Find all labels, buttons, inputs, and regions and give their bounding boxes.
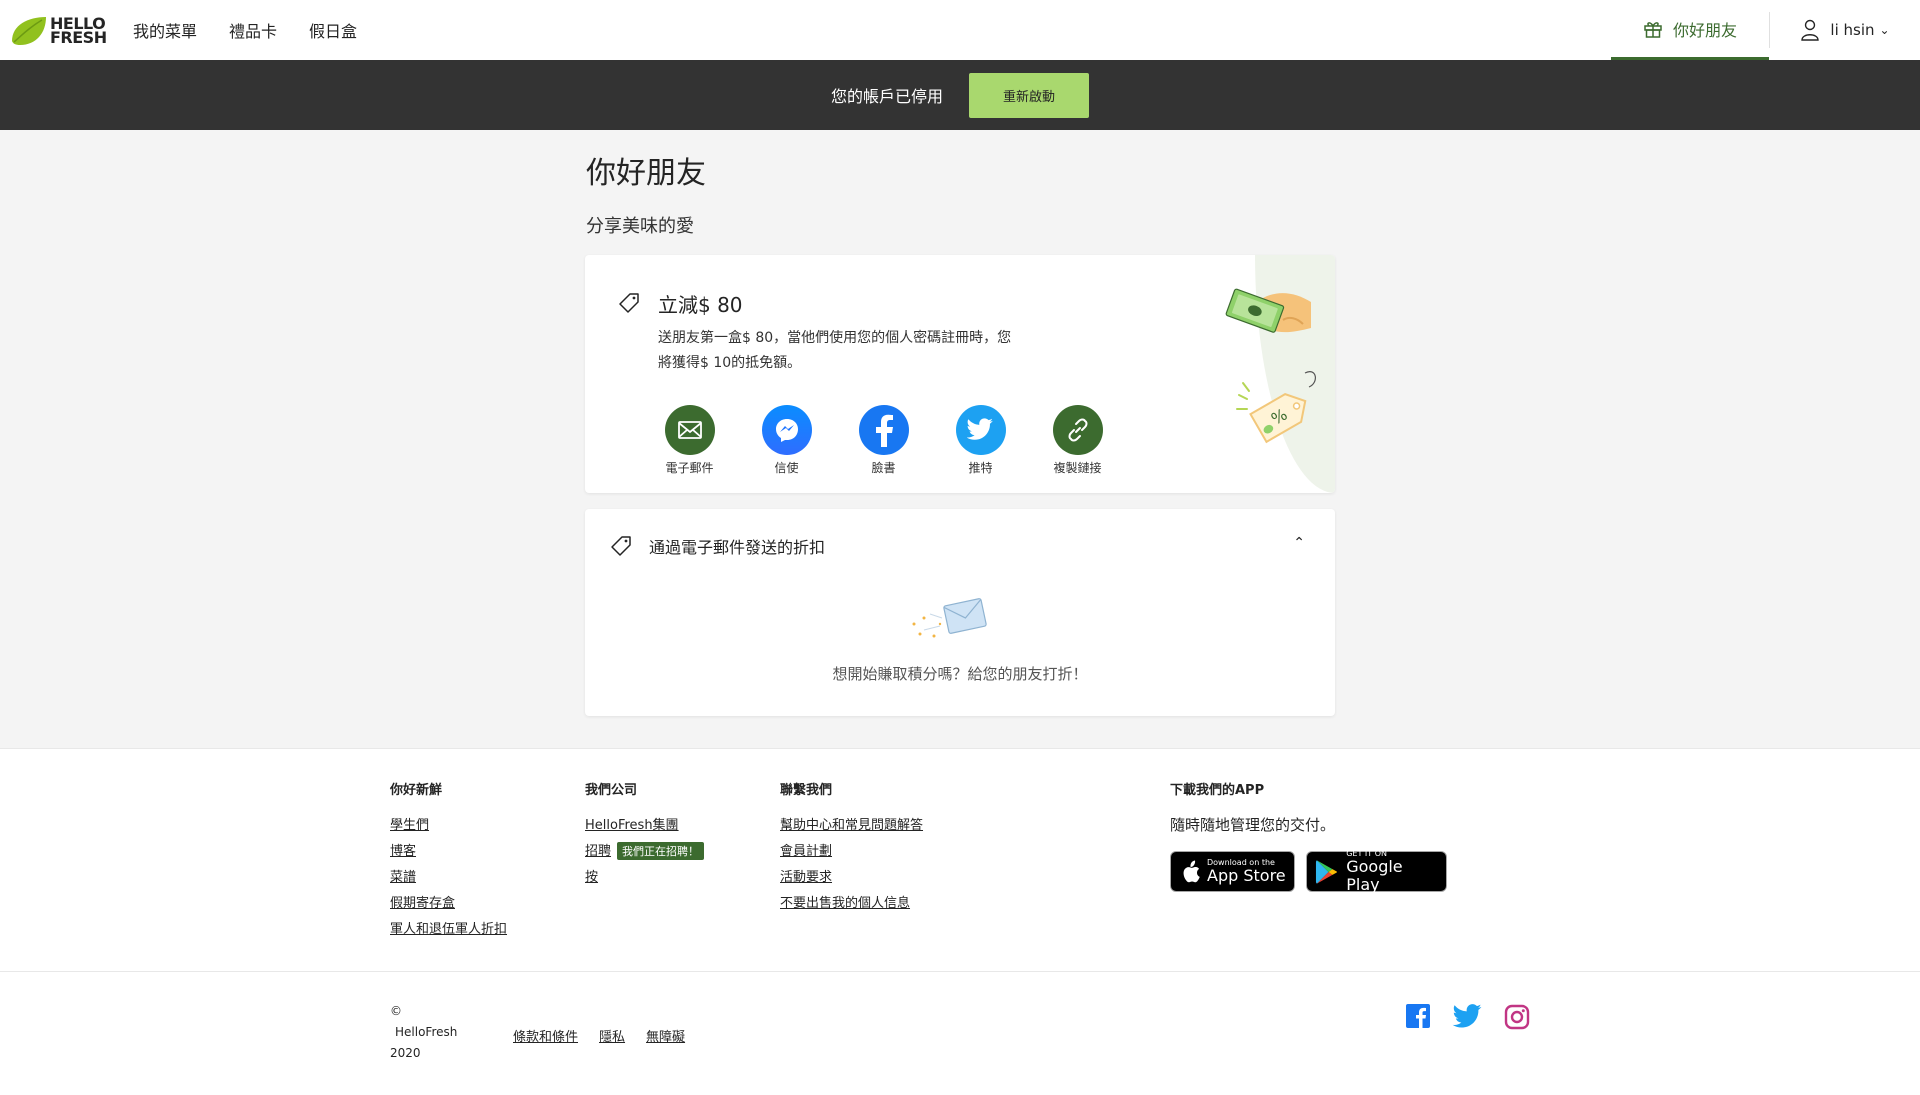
- footer-link-holiday-storage-box[interactable]: 假期寄存盒: [390, 892, 507, 911]
- refer-card: 立減$ 80 送朋友第一盒$ 80，當他們使用您的個人密碼註冊時，您將獲得$ 1…: [585, 255, 1335, 493]
- footer-link-event-requests[interactable]: 活動要求: [780, 866, 923, 885]
- email-discounts-empty-message: 想開始賺取積分嗎？給您的朋友打折！: [832, 665, 1088, 683]
- hellofresh-logo[interactable]: HELLO FRESH: [10, 15, 107, 47]
- google-play-icon: [1315, 859, 1338, 884]
- footer-col-title: 下載我們的APP: [1170, 783, 1265, 798]
- refer-title: 立減$ 80: [658, 293, 743, 317]
- apple-icon: [1183, 860, 1200, 882]
- flying-envelope-illustration: [912, 598, 987, 638]
- google-play-button[interactable]: GET IT ON Google Play: [1306, 849, 1447, 894]
- legal-links: 條款和條件 隱私 無障礙: [513, 1026, 706, 1045]
- copy-link-label: 複製鏈接: [1053, 461, 1102, 475]
- app-store-button[interactable]: Download on the App Store: [1170, 851, 1295, 892]
- share-options: 電子郵件 信使 臉書 推特 複製鏈接: [641, 405, 1126, 476]
- footer-col-title: 我們公司: [585, 783, 638, 798]
- footer-link-students[interactable]: 學生們: [390, 814, 507, 833]
- twitter-icon[interactable]: [1452, 1004, 1482, 1034]
- logo-wordmark: HELLO FRESH: [50, 14, 107, 47]
- copy-link-button[interactable]: 複製鏈接: [1029, 405, 1126, 476]
- share-facebook-label: 臉書: [871, 461, 896, 475]
- google-play-text: GET IT ON Google Play: [1346, 849, 1403, 894]
- footer-divider: [0, 971, 1920, 972]
- footer-col-app: 下載我們的APP 隨時隨地管理您的交付。 Download on the App…: [1170, 779, 1458, 894]
- facebook-icon: [858, 405, 909, 455]
- hiring-badge: 我們正在招聘！: [617, 842, 705, 860]
- copyright: © HelloFresh 2020: [390, 1004, 458, 1060]
- email-discounts-card: 通過電子郵件發送的折扣 ⌃ 想開始賺取積分嗎？給您的朋友打折！: [585, 509, 1335, 716]
- footer-link-accessibility[interactable]: 無障礙: [646, 1026, 685, 1045]
- banner-message: 您的帳戶已停用: [830, 87, 943, 106]
- footer-link-recipes[interactable]: 菜譜: [390, 866, 507, 885]
- share-messenger-button[interactable]: 信使: [738, 405, 835, 476]
- discount-tag-illustration: %: [1236, 371, 1316, 444]
- footer-link-group[interactable]: HelloFresh集團: [585, 814, 704, 833]
- footer-link-press[interactable]: 按: [585, 866, 704, 885]
- email-icon: [664, 405, 715, 455]
- main-nav: 我的菜單 禮品卡 假日盒: [133, 0, 389, 60]
- social-links: [1406, 1004, 1552, 1034]
- email-discounts-title: 通過電子郵件發送的折扣: [649, 538, 826, 557]
- footer-col-company: 我們公司 HelloFresh集團 招聘 我們正在招聘！ 按: [585, 779, 705, 892]
- nav-my-menu[interactable]: 我的菜單: [133, 18, 197, 42]
- app-subtitle: 隨時隨地管理您的交付。: [1170, 816, 1336, 834]
- gift-icon: [1644, 21, 1662, 38]
- footer-link-military-discount[interactable]: 軍人和退伍軍人折扣: [390, 918, 507, 937]
- nav-gift-card[interactable]: 禮品卡: [229, 18, 277, 42]
- share-facebook-button[interactable]: 臉書: [835, 405, 932, 476]
- chevron-up-icon[interactable]: ⌃: [1293, 535, 1305, 551]
- footer-link-help-center[interactable]: 幫助中心和常見問題解答: [780, 814, 923, 833]
- top-header: HELLO FRESH 我的菜單 禮品卡 假日盒 你好朋友 li hsin ⌄: [0, 0, 1920, 60]
- messenger-icon: [761, 405, 812, 455]
- page-title: 你好朋友: [586, 156, 706, 191]
- footer-col-title: 聯繫我們: [780, 783, 833, 798]
- nav-holiday-box[interactable]: 假日盒: [309, 18, 357, 42]
- lime-leaf-icon: [12, 17, 46, 45]
- header-right: 你好朋友 li hsin ⌄: [1611, 0, 1920, 60]
- user-menu[interactable]: li hsin ⌄: [1770, 0, 1920, 60]
- money-hand-illustration: [1225, 288, 1311, 333]
- link-icon: [1052, 405, 1103, 455]
- footer-link-terms[interactable]: 條款和條件: [513, 1026, 578, 1045]
- tab-refer-friend-label: 你好朋友: [1672, 20, 1737, 40]
- page-subtitle: 分享美味的愛: [586, 216, 694, 237]
- footer-link-do-not-sell[interactable]: 不要出售我的個人信息: [780, 892, 923, 911]
- app-store-badges: Download on the App Store GET IT ON Goog…: [1170, 849, 1458, 894]
- share-messenger-label: 信使: [774, 461, 799, 475]
- share-email-button[interactable]: 電子郵件: [641, 405, 738, 476]
- footer-col-hellofresh: 你好新鮮 學生們 博客 菜譜 假期寄存盒 軍人和退伍軍人折扣: [390, 779, 507, 944]
- footer-link-careers[interactable]: 招聘 我們正在招聘！: [585, 840, 705, 860]
- chevron-down-icon: ⌄: [1879, 23, 1890, 37]
- instagram-icon[interactable]: [1504, 1004, 1530, 1034]
- tag-icon: [619, 293, 639, 313]
- footer-link-membership[interactable]: 會員計劃: [780, 840, 923, 859]
- share-email-label: 電子郵件: [665, 461, 714, 475]
- reactivate-button[interactable]: 重新啟動: [969, 72, 1089, 118]
- app-store-text: Download on the App Store: [1207, 858, 1286, 885]
- share-twitter-label: 推特: [968, 461, 993, 475]
- footer-col-title: 你好新鮮: [390, 783, 443, 798]
- footer-col-contact: 聯繫我們 幫助中心和常見問題解答 會員計劃 活動要求 不要出售我的個人信息: [780, 779, 923, 918]
- footer-link-privacy[interactable]: 隱私: [599, 1026, 625, 1045]
- tag-icon: [611, 536, 631, 556]
- user-name: li hsin: [1830, 21, 1875, 39]
- refer-description: 送朋友第一盒$ 80，當他們使用您的個人密碼註冊時，您將獲得$ 10的抵免額。: [658, 330, 1012, 371]
- account-paused-banner: 您的帳戶已停用 重新啟動: [0, 60, 1920, 130]
- twitter-icon: [955, 405, 1006, 455]
- site-footer: 你好新鮮 學生們 博客 菜譜 假期寄存盒 軍人和退伍軍人折扣 我們公司 Hell…: [0, 748, 1920, 1095]
- tab-refer-friend[interactable]: 你好朋友: [1611, 0, 1769, 60]
- user-icon: [1801, 19, 1820, 41]
- footer-link-blog[interactable]: 博客: [390, 840, 507, 859]
- facebook-icon[interactable]: [1406, 1004, 1430, 1034]
- share-twitter-button[interactable]: 推特: [932, 405, 1029, 476]
